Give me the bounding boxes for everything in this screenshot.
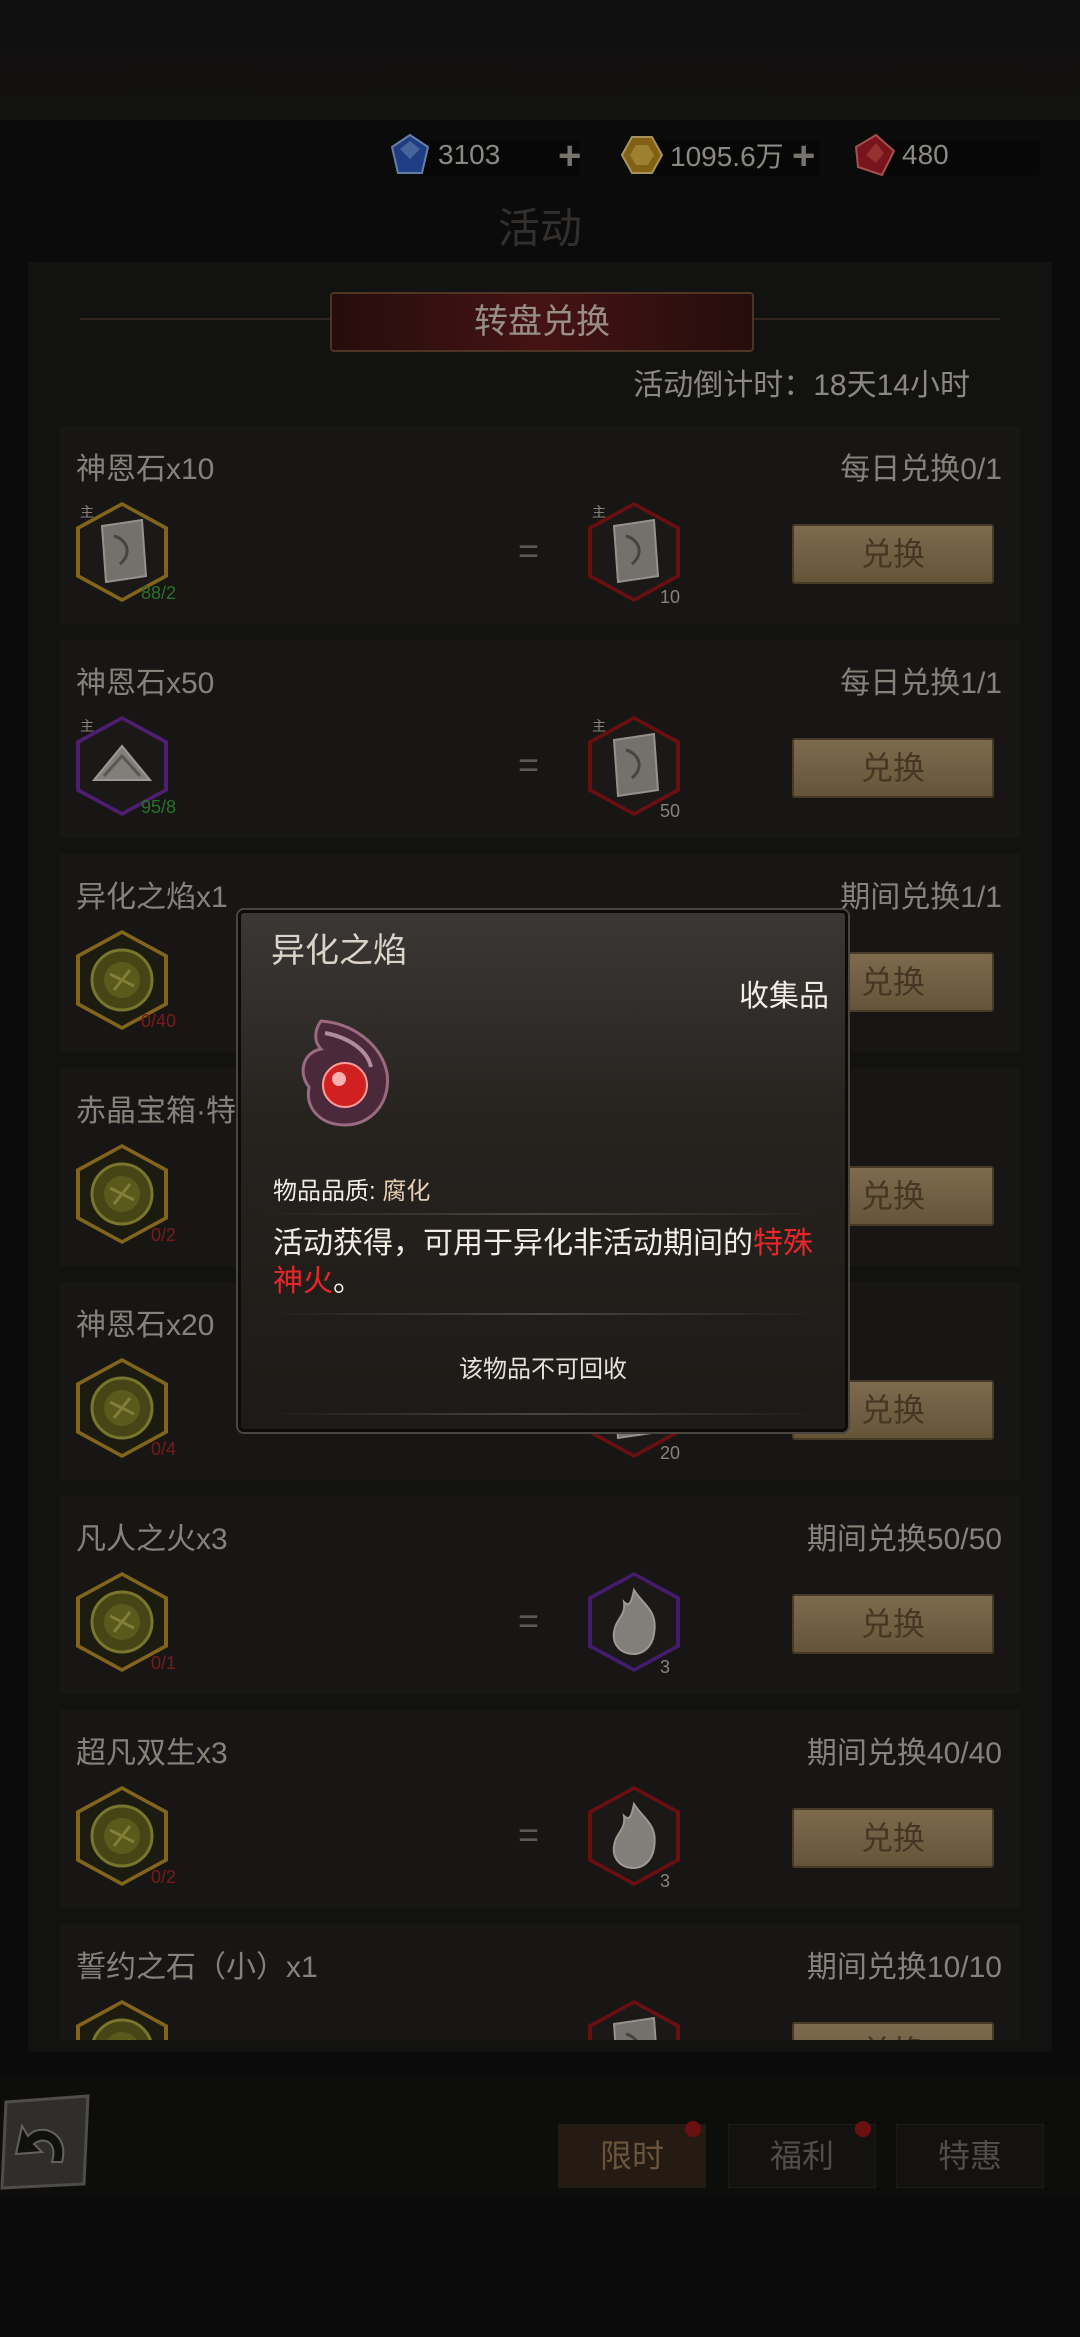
- description-text: 活动获得，可用于异化非活动期间的: [273, 1227, 753, 1260]
- item-category: 收集品: [739, 980, 829, 1013]
- item-tooltip-popup: 异化之焰 收集品 物品品质: 腐化 活动获得，可用于异化非活动期间的特殊神火。 …: [238, 910, 848, 1432]
- no-recycle-note: 该物品不可回收: [459, 1356, 627, 1383]
- item-description: 活动获得，可用于异化非活动期间的特殊神火。: [273, 1225, 818, 1301]
- divider: [263, 1213, 823, 1215]
- flame-eye-icon: [291, 1013, 401, 1138]
- item-quality: 物品品质: 腐化: [273, 1171, 430, 1206]
- divider: [263, 1413, 823, 1415]
- quality-label: 物品品质:: [273, 1178, 376, 1205]
- item-name: 异化之焰: [271, 932, 407, 970]
- quality-value: 腐化: [382, 1178, 431, 1205]
- divider: [263, 1313, 823, 1315]
- description-end: 。: [333, 1265, 363, 1298]
